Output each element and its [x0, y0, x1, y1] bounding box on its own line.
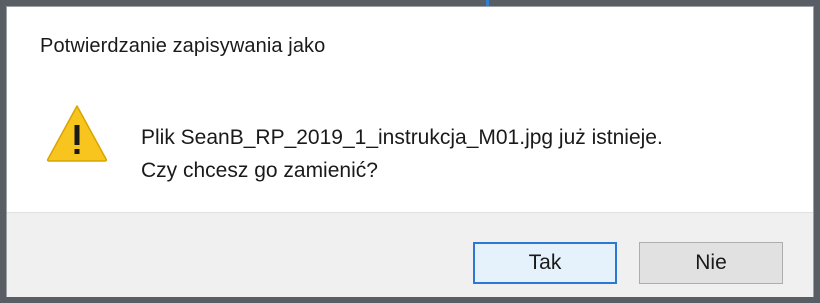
message-line-replace-question: Czy chcesz go zamienić? — [141, 159, 378, 182]
message-line-file-exists: Plik SeanB_RP_2019_1_instrukcja_M01.jpg … — [141, 126, 663, 149]
yes-button[interactable]: Tak — [473, 242, 617, 284]
confirm-save-as-dialog: Potwierdzanie zapisywania jako Plik Sean… — [6, 6, 814, 297]
dialog-message: Plik SeanB_RP_2019_1_instrukcja_M01.jpg … — [141, 121, 663, 187]
warning-icon — [46, 105, 108, 162]
dialog-button-bar: Tak Nie — [7, 212, 813, 297]
dialog-title: Potwierdzanie zapisywania jako — [40, 35, 326, 57]
no-button[interactable]: Nie — [639, 242, 783, 284]
